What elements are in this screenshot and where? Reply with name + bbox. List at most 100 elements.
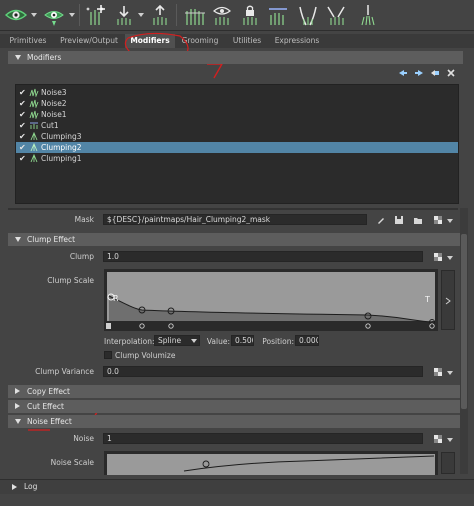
lock-icon[interactable] (238, 3, 262, 27)
cut-effect-header[interactable]: Cut Effect (8, 400, 463, 413)
show-hair-icon[interactable] (42, 3, 66, 27)
tab-expressions[interactable]: Expressions (271, 34, 323, 48)
checker-icon[interactable] (433, 367, 443, 377)
noise-modifier-icon (29, 110, 39, 119)
noise-dropdown-icon[interactable] (447, 438, 453, 442)
checkbox-icon[interactable]: ✔ (19, 131, 26, 142)
show-hair-dropdown-icon[interactable] (69, 13, 75, 17)
ramp-marker-left: R (113, 294, 119, 303)
toolbar-divider (176, 4, 177, 26)
clump-field[interactable]: 1.0 (103, 251, 423, 262)
guides-grid-icon[interactable] (182, 3, 206, 27)
eye-icon[interactable] (4, 3, 28, 27)
delete-modifier-icon[interactable] (446, 68, 456, 78)
tab-grooming[interactable]: Grooming (178, 34, 222, 48)
noise-scale-ramp[interactable] (104, 451, 438, 475)
log-bar[interactable]: Log (0, 479, 474, 494)
eye-dropdown-icon[interactable] (31, 13, 37, 17)
position-field[interactable]: 0.000 (295, 335, 319, 346)
list-item[interactable]: ✔ Noise2 (16, 98, 458, 109)
checkbox-icon[interactable]: ✔ (19, 87, 26, 98)
move-down-icon[interactable] (414, 68, 424, 78)
clump-effect-header[interactable]: Clump Effect (8, 233, 463, 246)
copy-modifier-icon[interactable] (430, 68, 440, 78)
modifiers-panel-header[interactable]: Modifiers (8, 51, 463, 64)
add-guide-icon[interactable] (84, 3, 108, 27)
noise-effect-title: Noise Effect (27, 417, 72, 426)
clump-scale-label: Clump Scale (47, 276, 94, 285)
collapse-dropdown-icon[interactable] (138, 13, 144, 17)
expand-arrow-icon (15, 403, 20, 409)
clump-scale-ramp[interactable]: R T (104, 269, 438, 331)
checkbox-icon[interactable]: ✔ (19, 153, 26, 164)
cut-guides-icon[interactable] (266, 3, 290, 27)
collapse-arrow-icon (15, 419, 21, 424)
copy-effect-header[interactable]: Copy Effect (8, 385, 463, 398)
mask-label: Mask (74, 215, 94, 224)
move-up-icon[interactable] (398, 68, 408, 78)
splitter[interactable] (8, 208, 458, 210)
checker-icon[interactable] (433, 215, 443, 225)
clump-volumize-checkbox[interactable] (104, 351, 112, 359)
list-item[interactable]: ✔ Noise3 (16, 87, 458, 98)
mask-dropdown-icon[interactable] (447, 219, 453, 223)
list-item[interactable]: ✔ Cut1 (16, 120, 458, 131)
mask-field[interactable]: ${DESC}/paintmaps/Hair_Clumping2_mask (103, 214, 367, 225)
noise-label: Noise (73, 434, 94, 443)
save-icon[interactable] (394, 215, 404, 225)
checkbox-icon[interactable]: ✔ (19, 142, 26, 153)
paint-brush-icon[interactable] (376, 215, 386, 225)
collapse-guides-icon[interactable] (112, 3, 136, 27)
expand-arrow-icon (15, 388, 20, 394)
clump-modifier-icon (30, 143, 38, 152)
clump-label: Clump (69, 252, 94, 261)
annotation-seven (207, 63, 224, 79)
interpolation-label: Interpolation: (104, 337, 155, 346)
ramp-expand-button[interactable] (441, 270, 455, 330)
scrollbar[interactable] (460, 208, 468, 474)
toolbar (0, 0, 474, 31)
list-item[interactable]: ✔ Noise1 (16, 109, 458, 120)
folder-icon[interactable] (413, 215, 423, 225)
list-item-selected[interactable]: ✔ Clumping2 (16, 142, 458, 153)
log-label: Log (24, 482, 38, 491)
scrollbar-thumb[interactable] (461, 234, 467, 409)
copy-effect-title: Copy Effect (27, 387, 70, 396)
tab-modifiers[interactable]: Modifiers (125, 34, 175, 48)
noise-effect-header[interactable]: Noise Effect (8, 415, 463, 428)
show-guides-icon[interactable] (210, 3, 234, 27)
clump-modifier-icon (30, 154, 38, 163)
clump-variance-label: Clump Variance (35, 367, 94, 376)
cut-effect-title: Cut Effect (27, 402, 64, 411)
checker-icon[interactable] (433, 434, 443, 444)
noise-scale-label: Noise Scale (50, 458, 94, 467)
ramp-marker-right: T (424, 295, 430, 304)
interpolation-dropdown-icon[interactable] (191, 339, 197, 343)
brush-guides-icon[interactable] (324, 3, 348, 27)
value-label: Value: (206, 337, 230, 346)
tab-preview-output[interactable]: Preview/Output (55, 34, 123, 48)
checkbox-icon[interactable]: ✔ (19, 120, 26, 131)
list-item[interactable]: ✔ Clumping1 (16, 153, 458, 164)
noise-field[interactable]: 1 (103, 433, 423, 444)
clump-variance-dropdown-icon[interactable] (447, 371, 453, 375)
checker-icon[interactable] (433, 252, 443, 262)
tab-utilities[interactable]: Utilities (227, 34, 267, 48)
modifiers-panel-title: Modifiers (27, 53, 62, 62)
expand-arrow-icon (445, 297, 451, 305)
groom-brush-icon[interactable] (356, 3, 380, 27)
checkbox-icon[interactable]: ✔ (19, 109, 26, 120)
expand-arrow-icon (12, 484, 17, 490)
split-guide-icon[interactable] (148, 3, 172, 27)
noise-ramp-expand-button[interactable] (441, 452, 455, 474)
comb-guides-icon[interactable] (296, 3, 320, 27)
clump-dropdown-icon[interactable] (447, 256, 453, 260)
clump-volumize-label: Clump Volumize (115, 351, 176, 360)
tab-primitives[interactable]: Primitives (5, 34, 51, 48)
clump-variance-field[interactable]: 0.0 (103, 366, 423, 377)
list-item[interactable]: ✔ Clumping3 (16, 131, 458, 142)
toolbar-divider (79, 4, 80, 26)
noise-modifier-icon (29, 99, 39, 108)
checkbox-icon[interactable]: ✔ (19, 98, 26, 109)
value-field[interactable]: 0.500 (231, 335, 254, 346)
